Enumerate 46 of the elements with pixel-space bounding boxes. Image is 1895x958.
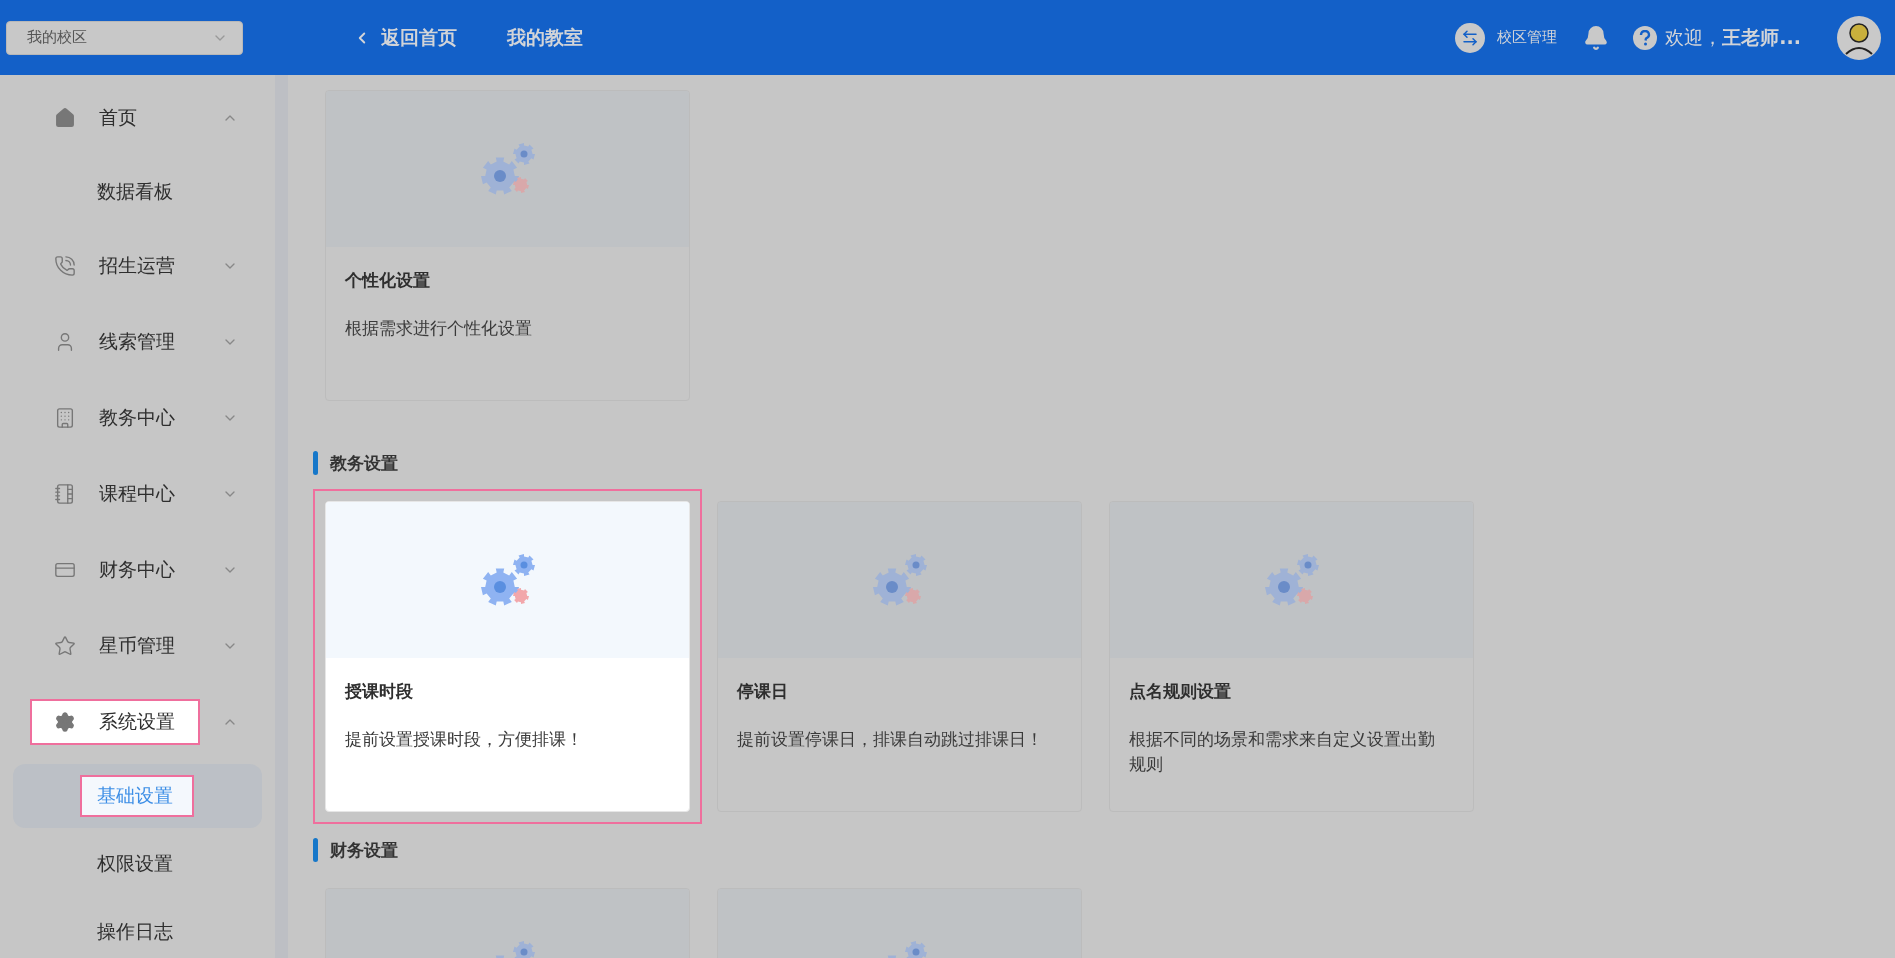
menu-item[interactable]: 首页 <box>99 105 137 131</box>
menu-icon <box>54 483 76 505</box>
card-title: 点名规则设置 <box>1128 680 1232 703</box>
section-marker <box>313 838 318 862</box>
gears-icon <box>871 553 928 607</box>
gears-icon <box>479 553 536 607</box>
settings-card[interactable]: 个性化设置 根据需求进行个性化设置 <box>325 90 690 401</box>
submenu-item[interactable]: 操作日志 <box>80 911 194 953</box>
menu-icon <box>54 407 76 429</box>
card-title: 授课时段 <box>343 680 414 703</box>
menu-item[interactable]: 招生运营 <box>99 253 175 279</box>
menu-icon <box>54 635 76 657</box>
help-icon[interactable] <box>1633 25 1658 50</box>
card-description: 提前设置停课日，排课自动跳过排课日！ <box>736 728 1044 751</box>
settings-card[interactable]: 授课时段 提前设置授课时段，方便排课！ <box>325 501 690 812</box>
menu-icon <box>54 107 76 129</box>
section-title: 财务设置 <box>330 838 398 862</box>
campus-manage-link[interactable]: 校区管理 <box>1497 28 1558 47</box>
section-title: 教务设置 <box>330 451 398 475</box>
menu-item[interactable]: 教务中心 <box>99 405 175 431</box>
submenu-item[interactable]: 数据看板 <box>80 171 194 213</box>
card-description: 根据不同的场景和需求来自定义设置出勤规则 <box>1128 728 1436 776</box>
menu-item[interactable]: 线索管理 <box>99 329 175 355</box>
card-description: 根据需求进行个性化设置 <box>344 317 533 340</box>
card-description: 提前设置授课时段，方便排课！ <box>344 728 584 751</box>
avatar-icon[interactable] <box>1837 15 1881 60</box>
settings-card[interactable]: 停课日 提前设置停课日，排课自动跳过排课日！ <box>717 501 1082 812</box>
gears-icon <box>479 142 536 196</box>
switch-icon[interactable] <box>1455 22 1486 53</box>
menu-icon <box>54 255 76 277</box>
menu-item[interactable]: 系统设置 <box>99 709 175 735</box>
campus-select[interactable]: 我的校区 <box>6 20 243 55</box>
gears-icon <box>1263 553 1320 607</box>
welcome-text: 欢迎，王老师... <box>1665 24 1801 50</box>
submenu-item[interactable]: 权限设置 <box>80 843 194 885</box>
menu-item[interactable]: 课程中心 <box>99 481 175 507</box>
section-marker <box>313 451 318 475</box>
classroom-link[interactable]: 我的教室 <box>507 24 583 51</box>
card-title: 个性化设置 <box>344 269 431 292</box>
card-title: 停课日 <box>736 680 789 703</box>
bell-icon[interactable] <box>1583 24 1610 51</box>
menu-item[interactable]: 财务中心 <box>99 557 175 583</box>
back-home-link[interactable]: 返回首页 <box>353 24 457 51</box>
menu-item[interactable]: 星币管理 <box>99 633 175 659</box>
menu-icon <box>54 711 76 733</box>
settings-card[interactable]: 点名规则设置 根据不同的场景和需求来自定义设置出勤规则 <box>1109 501 1474 812</box>
